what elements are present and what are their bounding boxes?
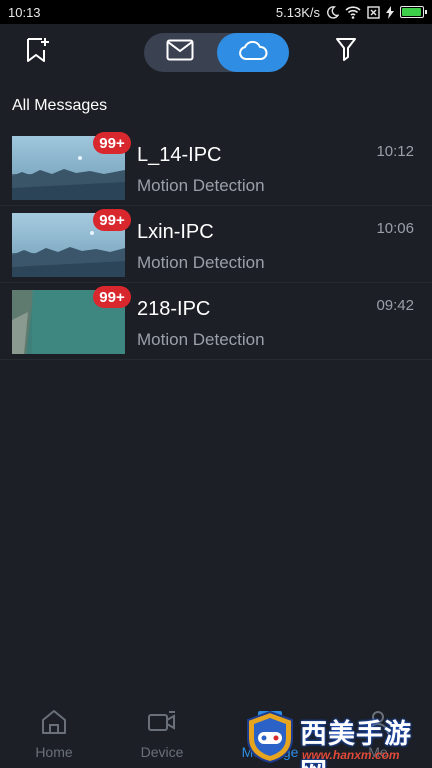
network-speed: 5.13K/s — [275, 4, 320, 20]
charging-icon — [386, 5, 394, 19]
message-source-toggle — [144, 33, 289, 72]
status-bar: 10:13 5.13K/s — [0, 0, 432, 24]
mail-tab[interactable] — [144, 33, 216, 72]
nav-device[interactable]: Device — [108, 700, 216, 768]
watermark-logo-icon — [244, 710, 296, 768]
nav-label: Device — [140, 743, 184, 760]
wifi-icon — [345, 5, 361, 19]
battery-level — [402, 8, 421, 16]
message-item[interactable]: 99+ L_14-IPC Motion Detection 10:12 — [0, 129, 432, 206]
nav-home[interactable]: Home — [0, 700, 108, 768]
device-name: 218-IPC — [137, 298, 211, 320]
section-title: All Messages — [12, 97, 108, 114]
moon-icon — [326, 5, 339, 19]
top-toolbar — [0, 24, 432, 82]
cloud-icon — [238, 39, 268, 66]
message-item[interactable]: 99+ Lxin-IPC Motion Detection 10:06 — [0, 206, 432, 283]
event-type: Motion Detection — [137, 330, 265, 349]
unread-count-badge: 99+ — [93, 286, 131, 308]
message-time: 10:12 — [376, 143, 414, 160]
bookmark-add-icon — [25, 36, 51, 69]
watermark-url: www.hanxm.com — [302, 748, 400, 762]
home-icon — [40, 709, 68, 738]
device-name: L_14-IPC — [137, 144, 222, 166]
unread-count-badge: 99+ — [93, 132, 131, 154]
filter-button[interactable] — [330, 36, 362, 68]
message-item[interactable]: 99+ 218-IPC Motion Detection 09:42 — [0, 283, 432, 360]
unread-count-badge: 99+ — [93, 209, 131, 231]
mail-icon — [166, 39, 194, 66]
battery-icon — [400, 6, 427, 18]
no-sim-icon — [367, 5, 380, 19]
filter-icon — [335, 37, 357, 68]
watermark: 西美手游网 www.hanxm.com — [238, 706, 432, 768]
event-type: Motion Detection — [137, 253, 265, 272]
nav-label: Home — [35, 743, 73, 760]
bookmark-add-button[interactable] — [22, 36, 54, 68]
message-time: 10:06 — [376, 220, 414, 237]
message-time: 09:42 — [376, 297, 414, 314]
status-icons: 5.13K/s — [275, 4, 427, 20]
status-time: 10:13 — [8, 4, 41, 20]
camera-icon — [147, 709, 177, 738]
cloud-tab[interactable] — [217, 33, 289, 72]
device-name: Lxin-IPC — [137, 221, 214, 243]
message-list: 99+ L_14-IPC Motion Detection 10:12 99+ … — [0, 129, 432, 360]
event-type: Motion Detection — [137, 176, 265, 195]
